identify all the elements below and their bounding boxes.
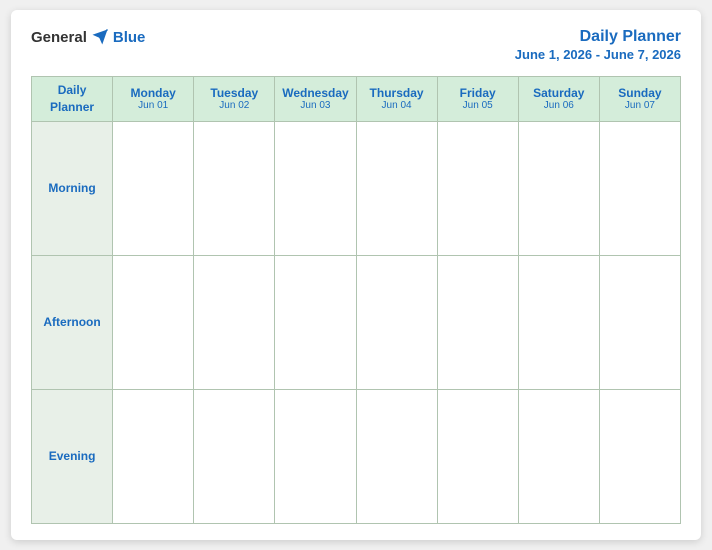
- afternoon-sunday-cell[interactable]: [599, 255, 680, 389]
- title-area: Daily Planner June 1, 2026 - June 7, 202…: [515, 28, 681, 64]
- morning-sunday-cell[interactable]: [599, 121, 680, 255]
- header: General Blue Daily Planner June 1, 2026 …: [31, 28, 681, 64]
- tuesday-date: Jun 02: [197, 100, 271, 111]
- col-thursday: Thursday Jun 04: [356, 77, 437, 122]
- col-label-line2: Planner: [50, 100, 94, 114]
- afternoon-wednesday-cell[interactable]: [275, 255, 356, 389]
- evening-tuesday-cell[interactable]: [194, 389, 275, 523]
- saturday-date: Jun 06: [522, 100, 596, 111]
- col-header-label: Daily Planner: [32, 77, 113, 122]
- sunday-date: Jun 07: [603, 100, 677, 111]
- planner-page: General Blue Daily Planner June 1, 2026 …: [11, 10, 701, 540]
- logo-area: General Blue: [31, 28, 145, 46]
- morning-thursday-cell[interactable]: [356, 121, 437, 255]
- afternoon-saturday-cell[interactable]: [518, 255, 599, 389]
- evening-saturday-cell[interactable]: [518, 389, 599, 523]
- planner-title: Daily Planner: [580, 28, 681, 45]
- evening-label: Evening: [32, 389, 113, 523]
- morning-label: Morning: [32, 121, 113, 255]
- afternoon-row: Afternoon: [32, 255, 681, 389]
- sunday-name: Sunday: [603, 86, 677, 100]
- planner-table: Daily Planner Monday Jun 01 Tuesday Jun …: [31, 76, 681, 524]
- afternoon-label: Afternoon: [32, 255, 113, 389]
- col-friday: Friday Jun 05: [437, 77, 518, 122]
- logo-bird-icon: [91, 28, 109, 46]
- col-monday: Monday Jun 01: [113, 77, 194, 122]
- wednesday-date: Jun 03: [278, 100, 352, 111]
- morning-tuesday-cell[interactable]: [194, 121, 275, 255]
- evening-friday-cell[interactable]: [437, 389, 518, 523]
- evening-monday-cell[interactable]: [113, 389, 194, 523]
- afternoon-tuesday-cell[interactable]: [194, 255, 275, 389]
- monday-name: Monday: [116, 86, 190, 100]
- header-row: Daily Planner Monday Jun 01 Tuesday Jun …: [32, 77, 681, 122]
- col-tuesday: Tuesday Jun 02: [194, 77, 275, 122]
- afternoon-thursday-cell[interactable]: [356, 255, 437, 389]
- morning-monday-cell[interactable]: [113, 121, 194, 255]
- logo-blue-text: Blue: [113, 29, 146, 46]
- evening-sunday-cell[interactable]: [599, 389, 680, 523]
- logo-row: General Blue: [31, 28, 145, 46]
- evening-row: Evening: [32, 389, 681, 523]
- afternoon-monday-cell[interactable]: [113, 255, 194, 389]
- morning-friday-cell[interactable]: [437, 121, 518, 255]
- morning-saturday-cell[interactable]: [518, 121, 599, 255]
- planner-subtitle: June 1, 2026 - June 7, 2026: [515, 47, 681, 62]
- thursday-name: Thursday: [360, 86, 434, 100]
- thursday-date: Jun 04: [360, 100, 434, 111]
- col-wednesday: Wednesday Jun 03: [275, 77, 356, 122]
- morning-wednesday-cell[interactable]: [275, 121, 356, 255]
- afternoon-friday-cell[interactable]: [437, 255, 518, 389]
- col-label-line1: Daily: [58, 83, 87, 97]
- friday-name: Friday: [441, 86, 515, 100]
- monday-date: Jun 01: [116, 100, 190, 111]
- morning-row: Morning: [32, 121, 681, 255]
- wednesday-name: Wednesday: [278, 86, 352, 100]
- col-saturday: Saturday Jun 06: [518, 77, 599, 122]
- col-sunday: Sunday Jun 07: [599, 77, 680, 122]
- evening-wednesday-cell[interactable]: [275, 389, 356, 523]
- logo-general-text: General: [31, 29, 87, 46]
- tuesday-name: Tuesday: [197, 86, 271, 100]
- saturday-name: Saturday: [522, 86, 596, 100]
- evening-thursday-cell[interactable]: [356, 389, 437, 523]
- friday-date: Jun 05: [441, 100, 515, 111]
